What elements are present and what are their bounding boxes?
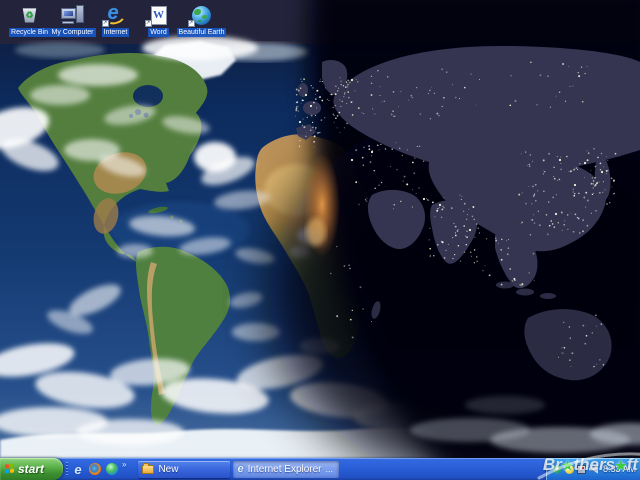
firefox-icon[interactable]	[88, 462, 102, 476]
start-label: start	[18, 462, 44, 476]
icon-label: Internet	[102, 28, 130, 37]
desktop-icon-beautiful-earth[interactable]: ↗ Beautiful Earth	[180, 3, 223, 37]
display-tray-icon[interactable]	[577, 465, 586, 474]
desktop-icon-row: ♻ Recycle Bin My Computer e ↗	[8, 3, 223, 37]
desktop-icon-word[interactable]: W ↗ Word	[137, 3, 180, 37]
desktop-icon-my-computer[interactable]: My Computer	[51, 3, 94, 37]
shortcut-arrow-icon: ↗	[145, 20, 152, 27]
icon-label: Word	[148, 28, 169, 37]
taskbar-button-internet-explorer[interactable]: e Internet Explorer ...	[233, 461, 339, 478]
internet-explorer-icon: e	[237, 463, 243, 475]
earth-globe-icon[interactable]	[105, 462, 119, 476]
icon-label: Beautiful Earth	[177, 28, 227, 37]
icon-label: Recycle Bin	[9, 28, 50, 37]
my-computer-icon	[61, 4, 85, 26]
taskbar-empty-area	[339, 458, 545, 480]
desktop[interactable]: ♻ Recycle Bin My Computer e ↗	[0, 0, 640, 458]
button-ellipsis: ...	[326, 464, 334, 474]
beautiful-earth-wallpaper	[0, 0, 640, 458]
start-button[interactable]: start	[0, 458, 63, 480]
shortcut-arrow-icon: ↗	[102, 20, 109, 27]
windows-xp-screen: ♻ Recycle Bin My Computer e ↗	[0, 0, 640, 480]
desktop-icon-internet[interactable]: e ↗ Internet	[94, 3, 137, 37]
taskbar-button-new[interactable]: New	[138, 461, 230, 478]
tray-clock[interactable]: 8:33 AM	[603, 464, 636, 474]
system-tray: 8:33 AM	[545, 458, 640, 480]
shortcut-arrow-icon: ↗	[188, 20, 195, 27]
windows-flag-icon	[5, 463, 15, 474]
taskbar: start e » New e Internet Explorer ...	[0, 458, 640, 480]
desktop-icon-recycle-bin[interactable]: ♻ Recycle Bin	[8, 3, 51, 37]
quick-launch-overflow-chevron[interactable]: »	[122, 460, 126, 469]
volume-tray-icon[interactable]	[589, 465, 598, 474]
taskbar-window-buttons: New e Internet Explorer ...	[138, 458, 339, 480]
folder-icon	[142, 465, 154, 474]
internet-explorer-icon[interactable]: e	[71, 462, 85, 476]
earth-globe-icon	[192, 6, 211, 25]
icon-label: My Computer	[50, 28, 96, 37]
messenger-tray-icon[interactable]	[565, 465, 574, 474]
word-icon: W	[151, 6, 167, 25]
quick-launch-bar: e »	[63, 458, 130, 480]
earth-tray-icon[interactable]	[553, 465, 562, 474]
recycle-bin-icon: ♻	[22, 8, 38, 23]
